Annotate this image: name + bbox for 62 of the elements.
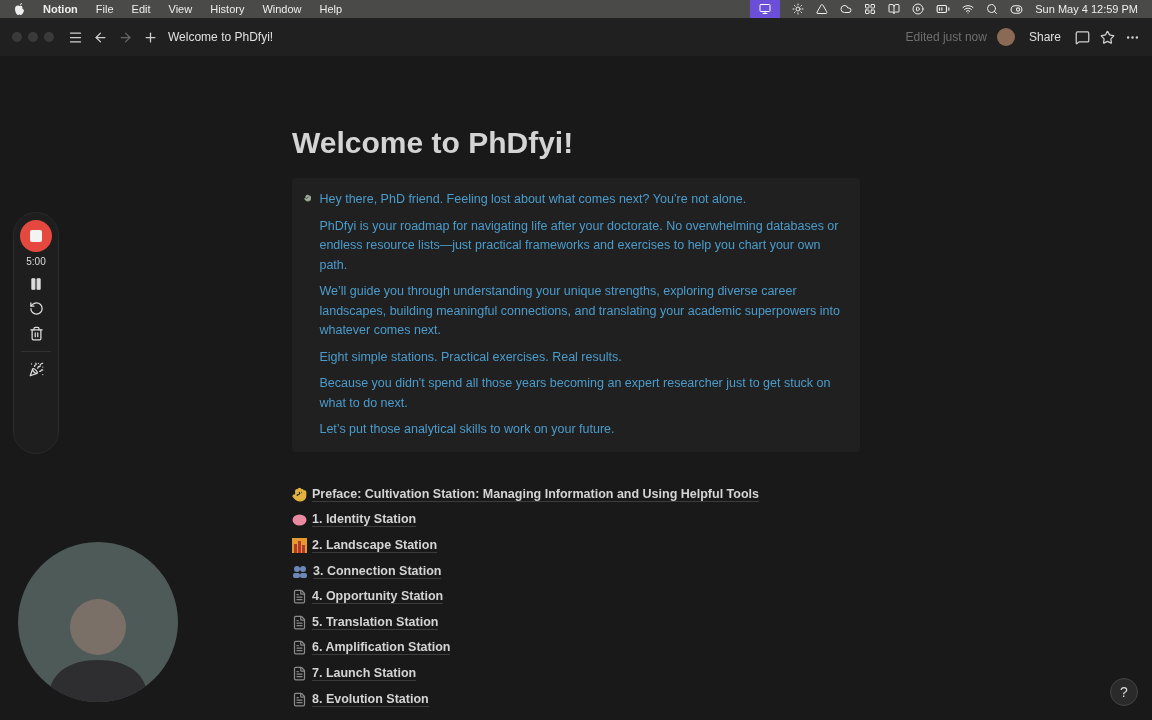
page-icon: [292, 691, 307, 707]
sun-tray-icon[interactable]: [792, 3, 805, 15]
page-breadcrumb[interactable]: Welcome to PhDfyi!: [168, 30, 274, 44]
page-icon: [292, 589, 307, 605]
pause-icon[interactable]: [29, 277, 43, 291]
menu-icon[interactable]: [68, 29, 83, 45]
callout-paragraph: Hey there, PhD friend. Feeling lost about what comes next? You’re not alone.: [319, 191, 748, 208]
page-link[interactable]: 6. Amplification Station: [312, 640, 451, 656]
callout-paragraph: PhDfyi is your roadmap for navigating life after your doctorate. No overwhelming databases or endless resource lists—just practical frameworks and exercises to help you chart your own path.: [319, 217, 840, 274]
cloud-tray-icon[interactable]: [840, 3, 853, 15]
callout-paragraph: We’ll guide you through understanding your unique strengths, exploring diverse career landscapes, building meaningful connections, and translating your academic superpowers into whatever comes next.: [319, 283, 841, 339]
grid-tray-icon[interactable]: [864, 3, 877, 15]
party-popper-icon[interactable]: [28, 362, 44, 377]
help-button[interactable]: ?: [1110, 678, 1138, 706]
page-link[interactable]: 2. Landscape Station: [312, 538, 438, 553]
page-link[interactable]: Preface: Cultivation Station: Managing Information and Using Helpful Tools: [312, 486, 759, 502]
page-link[interactable]: 7. Launch Station: [312, 665, 417, 681]
edit-status: Edited just now: [905, 30, 987, 44]
page-link[interactable]: 4. Opportunity Station: [312, 589, 444, 605]
page-icon: [292, 665, 307, 681]
menu-item[interactable]: Edit: [131, 3, 151, 15]
battery-icon[interactable]: [936, 2, 951, 16]
menu-item[interactable]: View: [168, 3, 193, 15]
comment-icon[interactable]: [1075, 29, 1090, 45]
close-window-dot[interactable]: [12, 32, 22, 42]
stop-button[interactable]: [20, 220, 52, 252]
page-icon: [292, 640, 307, 656]
menu-item[interactable]: Help: [319, 3, 343, 15]
page-icon: [292, 614, 307, 630]
app-menu[interactable]: Notion: [43, 3, 78, 15]
search-icon[interactable]: [986, 3, 999, 15]
notebook-tray-icon[interactable]: [888, 3, 901, 15]
star-icon[interactable]: [1100, 29, 1115, 45]
page-link[interactable]: 8. Evolution Station: [312, 691, 429, 707]
menu-item[interactable]: Window: [262, 3, 302, 15]
minimize-window-dot[interactable]: [28, 32, 38, 42]
play-tray-icon[interactable]: [912, 3, 925, 15]
screen-share-tray-icon[interactable]: [750, 0, 781, 18]
control-center-icon[interactable]: [1010, 2, 1024, 16]
trash-icon[interactable]: [28, 326, 44, 341]
page-link[interactable]: 3. Connection Station: [313, 563, 442, 579]
waving-hand-icon: [292, 486, 307, 502]
triangle-tray-icon[interactable]: [816, 3, 829, 15]
people-icon: [292, 564, 308, 578]
menu-bar-clock[interactable]: Sun May 4 12:59 PM: [1035, 3, 1138, 15]
menu-item[interactable]: History: [210, 3, 245, 15]
page-title: Welcome to PhDfyi!: [292, 126, 575, 160]
recording-timer: 5:00: [26, 256, 46, 267]
callout-paragraph: Let’s put those analytical skills to work on your future.: [319, 421, 616, 438]
zoom-window-dot[interactable]: [44, 32, 54, 42]
callout-paragraph: Because you didn't spend all those years becoming an expert researcher just to get stuck on what to do next.: [319, 375, 832, 412]
page-link[interactable]: 5. Translation Station: [312, 614, 439, 630]
menu-item[interactable]: File: [95, 3, 114, 15]
plus-icon[interactable]: [143, 29, 158, 45]
user-avatar[interactable]: [996, 28, 1015, 46]
share-button[interactable]: Share: [1024, 28, 1065, 46]
apple-logo-icon[interactable]: [14, 2, 25, 16]
wifi-icon[interactable]: [962, 3, 975, 15]
callout-paragraph: Eight simple stations. Practical exercises. Real results.: [319, 348, 623, 366]
page-link[interactable]: 1. Identity Station: [312, 512, 417, 528]
restart-icon[interactable]: [28, 301, 44, 316]
forward-arrow-icon[interactable]: [118, 29, 133, 45]
